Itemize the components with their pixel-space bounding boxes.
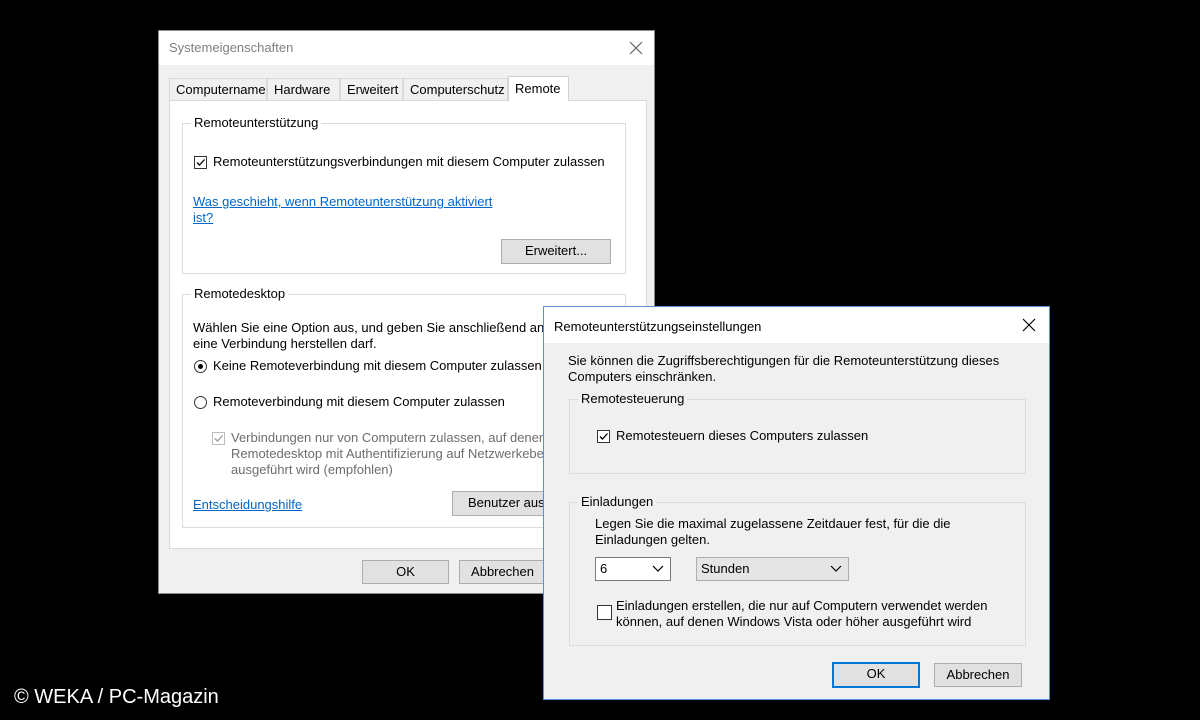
remote-desktop-description: Wählen Sie eine Option aus, und geben Si… (193, 320, 548, 335)
radio-label[interactable]: Remoteverbindung mit diesem Computer zul… (213, 394, 505, 409)
remote-control-group: Remotesteuerung Remotesteuern dieses Com… (569, 391, 1026, 474)
intro-text: Sie können die Zugriffsberechtigungen fü… (568, 353, 1000, 368)
selected-value: Stunden (701, 561, 750, 576)
invitations-group: Einladungen Legen Sie die maximal zugela… (569, 494, 1026, 646)
vista-label-cont[interactable]: können, auf denen Windows Vista oder höh… (616, 614, 971, 629)
invitations-description-cont: Einladungen gelten. (595, 532, 710, 547)
remote-assistance-help-link[interactable]: Was geschieht, wenn Remoteunterstützung … (193, 194, 492, 209)
no-remote-connection-radio[interactable] (194, 360, 207, 373)
group-label: Remotedesktop (191, 286, 289, 302)
nla-label-cont2: ausgeführt wird (empfohlen) (231, 462, 393, 477)
cancel-button[interactable]: Abbrechen (459, 560, 546, 584)
checkmark-icon (196, 159, 205, 166)
vista-only-invitations-checkbox[interactable] (597, 605, 612, 620)
tab-computerschutz[interactable]: Computerschutz (403, 78, 508, 100)
vista-label[interactable]: Einladungen erstellen, die nur auf Compu… (616, 598, 987, 613)
tab-computername[interactable]: Computername (169, 78, 267, 100)
invitations-description: Legen Sie die maximal zugelassene Zeitda… (595, 516, 951, 531)
close-icon[interactable] (618, 33, 654, 63)
ok-button[interactable]: OK (832, 662, 920, 688)
cancel-button[interactable]: Abbrechen (934, 663, 1022, 687)
nla-only-checkbox[interactable] (212, 432, 225, 445)
duration-amount-select[interactable]: 6 (595, 557, 671, 581)
decision-help-link[interactable]: Entscheidungshilfe (193, 497, 302, 512)
checkmark-icon (214, 435, 223, 442)
title-bar[interactable]: Remoteunterstützungseinstellungen (544, 307, 1049, 343)
checkmark-icon (599, 433, 608, 440)
ok-button[interactable]: OK (362, 560, 449, 584)
allow-remote-connection-radio[interactable] (194, 396, 207, 409)
remote-assistance-group: Remoteunterstützung Remoteunterstützungs… (182, 115, 626, 274)
advanced-button[interactable]: Erweitert... (501, 239, 611, 264)
duration-unit-select[interactable]: Stunden (696, 557, 849, 581)
chevron-down-icon (830, 565, 842, 572)
allow-remote-control-checkbox[interactable] (597, 430, 610, 443)
remote-assistance-settings-window: Remoteunterstützungseinstellungen Sie kö… (543, 306, 1050, 700)
copyright-credit: © WEKA / PC-Magazin (14, 686, 219, 708)
group-label: Remotesteuerung (578, 391, 688, 407)
intro-text-cont: Computers einschränken. (568, 369, 717, 384)
checkbox-label[interactable]: Remoteunterstützungsverbindungen mit die… (213, 154, 605, 169)
radio-label[interactable]: Keine Remoteverbindung mit diesem Comput… (213, 358, 542, 373)
remote-assistance-help-link-cont[interactable]: ist? (193, 210, 213, 225)
window-title: Systemeigenschaften (169, 40, 294, 55)
remote-desktop-description-cont: eine Verbindung herstellen darf. (193, 336, 377, 351)
tab-remote[interactable]: Remote (508, 76, 569, 101)
nla-label: Verbindungen nur von Computern zulassen,… (231, 430, 547, 445)
group-label: Remoteunterstützung (191, 115, 322, 131)
group-label: Einladungen (578, 494, 657, 510)
checkbox-label[interactable]: Remotesteuern dieses Computers zulassen (616, 428, 868, 443)
allow-remote-assistance-checkbox[interactable] (194, 156, 207, 169)
window-title: Remoteunterstützungseinstellungen (554, 319, 762, 334)
title-bar[interactable]: Systemeigenschaften (159, 31, 654, 65)
close-icon[interactable] (1011, 310, 1047, 340)
chevron-down-icon (652, 565, 664, 572)
selected-value: 6 (600, 561, 608, 576)
nla-label-cont: Remotedesktop mit Authentifizierung auf … (231, 446, 552, 461)
tab-hardware[interactable]: Hardware (267, 78, 340, 100)
tab-erweitert[interactable]: Erweitert (340, 78, 403, 100)
